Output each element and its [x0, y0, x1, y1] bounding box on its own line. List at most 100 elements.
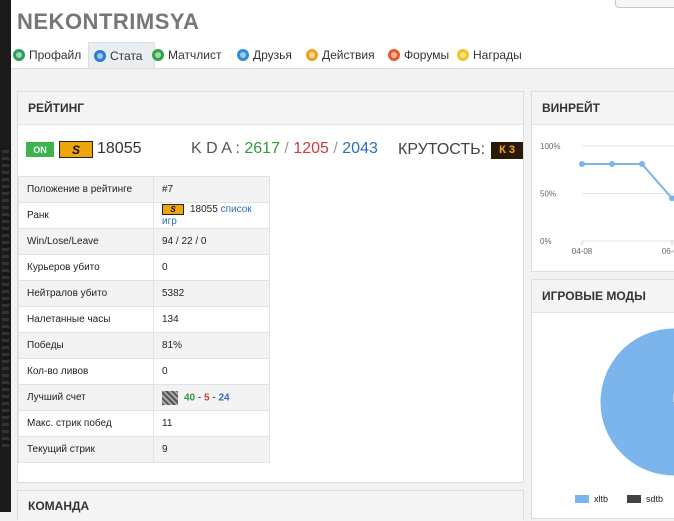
row-value: 81% — [153, 332, 270, 359]
row-label: Кол-во ливов — [18, 358, 154, 385]
row-label: Победы — [18, 332, 154, 359]
table-row: Макс. стрик побед 11 — [18, 410, 270, 437]
row-label: Текущий стрик — [18, 436, 154, 463]
team-panel: КОМАНДА — [17, 490, 524, 521]
kda-summary: K D A : 2617 / 1205 / 2043 — [191, 140, 378, 158]
rank-letter: S — [71, 142, 80, 157]
legend-label: sdtb — [646, 494, 664, 504]
table-row: Win/Lose/Leave 94 / 22 / 0 — [18, 228, 270, 255]
row-label: Налетанные часы — [18, 306, 154, 333]
forums-icon — [388, 49, 400, 61]
data-point — [609, 161, 615, 168]
table-row: Нейтралов убито 5382 — [18, 280, 270, 307]
row-value: 0 — [153, 254, 270, 281]
row-label: Макс. стрик побед — [18, 410, 154, 437]
kda-deaths: 1205 — [293, 140, 329, 157]
krutost-badge: К 3 — [491, 141, 524, 159]
legend-item-xltb[interactable]: xltb — [575, 494, 608, 504]
row-label: Ранк — [18, 202, 154, 229]
modes-heading: ИГРОВЫЕ МОДЫ — [532, 280, 674, 313]
matchlist-icon — [152, 49, 164, 61]
best-assists: 24 — [218, 392, 230, 404]
row-value: #7 — [153, 176, 270, 203]
row-value: 40 - 5 - 24 — [153, 384, 270, 411]
legend-item-sdtb[interactable]: sdtb — [627, 494, 663, 504]
friends-icon — [237, 49, 249, 61]
tab-label: Действия — [322, 48, 375, 62]
row-label: Курьеров убито — [18, 254, 154, 281]
modes-pie-chart — [599, 327, 674, 477]
table-row: Ранк S 18055 список игр — [18, 202, 270, 229]
best-kills: 40 — [184, 392, 196, 404]
data-point — [579, 161, 585, 168]
team-heading: КОМАНДА — [18, 491, 523, 521]
online-badge: ON — [26, 142, 54, 157]
profile-nav: Профайл Стата Матчлист Друзья Действия Ф… — [11, 42, 674, 69]
data-point — [639, 161, 645, 168]
kda-label: K D A : — [191, 140, 240, 157]
tab-label: Награды — [473, 48, 522, 62]
legend-label: xltb — [594, 494, 609, 504]
profile-icon — [13, 49, 25, 61]
row-value: S 18055 список игр — [153, 202, 270, 229]
table-row: Текущий стрик 9 — [18, 436, 270, 463]
tab-stats[interactable]: Стата — [88, 42, 155, 68]
kda-kills: 2617 — [244, 140, 280, 157]
y-tick-label: 0% — [540, 237, 552, 246]
page-header: NEKONTRIMSYA — [11, 0, 674, 42]
x-tick-label: 06-08 — [662, 247, 674, 256]
kda-assists: 2043 — [342, 140, 378, 157]
legend-swatch — [627, 495, 641, 503]
stats-icon — [94, 49, 106, 62]
tab-label: Профайл — [29, 48, 82, 62]
tab-awards[interactable]: Награды — [457, 42, 537, 68]
row-value: 5382 — [153, 280, 270, 307]
winrate-heading: ВИНРЕЙТ — [532, 92, 674, 125]
winrate-chart: 100% 50% 0% 04-08 06-08 — [540, 142, 674, 256]
tab-actions[interactable]: Действия — [306, 42, 388, 68]
y-tick-label: 50% — [540, 190, 556, 199]
awards-icon — [457, 49, 469, 61]
row-label: Win/Lose/Leave — [18, 228, 154, 255]
row-label: Лучший счет — [18, 384, 154, 411]
row-value: 11 — [153, 410, 270, 437]
modes-panel: ИГРОВЫЕ МОДЫ — [531, 279, 674, 519]
row-label: Нейтралов убито — [18, 280, 154, 307]
best-deaths: 5 — [204, 392, 210, 404]
tab-label: Друзья — [253, 48, 292, 62]
table-row: Кол-во ливов 0 — [18, 358, 270, 385]
tab-profile[interactable]: Профайл — [13, 42, 88, 68]
tab-friends[interactable]: Друзья — [237, 42, 306, 68]
table-row: Курьеров убито 0 — [18, 254, 270, 281]
winrate-series-line — [582, 163, 674, 200]
tab-label: Стата — [110, 48, 143, 63]
tab-label: Форумы — [404, 48, 450, 62]
y-tick-label: 100% — [540, 142, 560, 151]
row-value: 94 / 22 / 0 — [153, 228, 270, 255]
krutost: КРУТОСТЬ: К 3 — [398, 141, 524, 159]
winrate-panel: ВИНРЕЙТ 100% 50% 0% 04-08 06-08 — [531, 91, 674, 272]
kda-separator: / — [284, 140, 289, 157]
tab-label: Матчлист — [168, 48, 222, 62]
header-button[interactable] — [615, 0, 674, 8]
legend-swatch — [575, 495, 589, 503]
row-label: Положение в рейтинге — [18, 176, 154, 203]
tab-matchlist[interactable]: Матчлист — [152, 42, 238, 68]
row-value: 134 — [153, 306, 270, 333]
table-row: Победы 81% — [18, 332, 270, 359]
krutost-label: КРУТОСТЬ: — [398, 141, 486, 158]
x-tick-label: 04-08 — [572, 247, 593, 256]
pie-slice-xltb — [599, 327, 674, 477]
table-row: Налетанные часы 134 — [18, 306, 270, 333]
rating-value: 18055 — [97, 140, 142, 157]
tab-forums[interactable]: Форумы — [388, 42, 457, 68]
rank-badge: S — [162, 204, 184, 216]
page-title: NEKONTRIMSYA — [17, 9, 200, 34]
rating-heading: РЕЙТИНГ — [18, 92, 523, 125]
row-value: 9 — [153, 436, 270, 463]
table-row: Лучший счет 40 - 5 - 24 — [18, 384, 270, 411]
rank-letter: S — [170, 205, 176, 215]
row-value: 0 — [153, 358, 270, 385]
hero-icon — [162, 390, 178, 405]
table-row: Положение в рейтинге #7 — [18, 176, 270, 203]
